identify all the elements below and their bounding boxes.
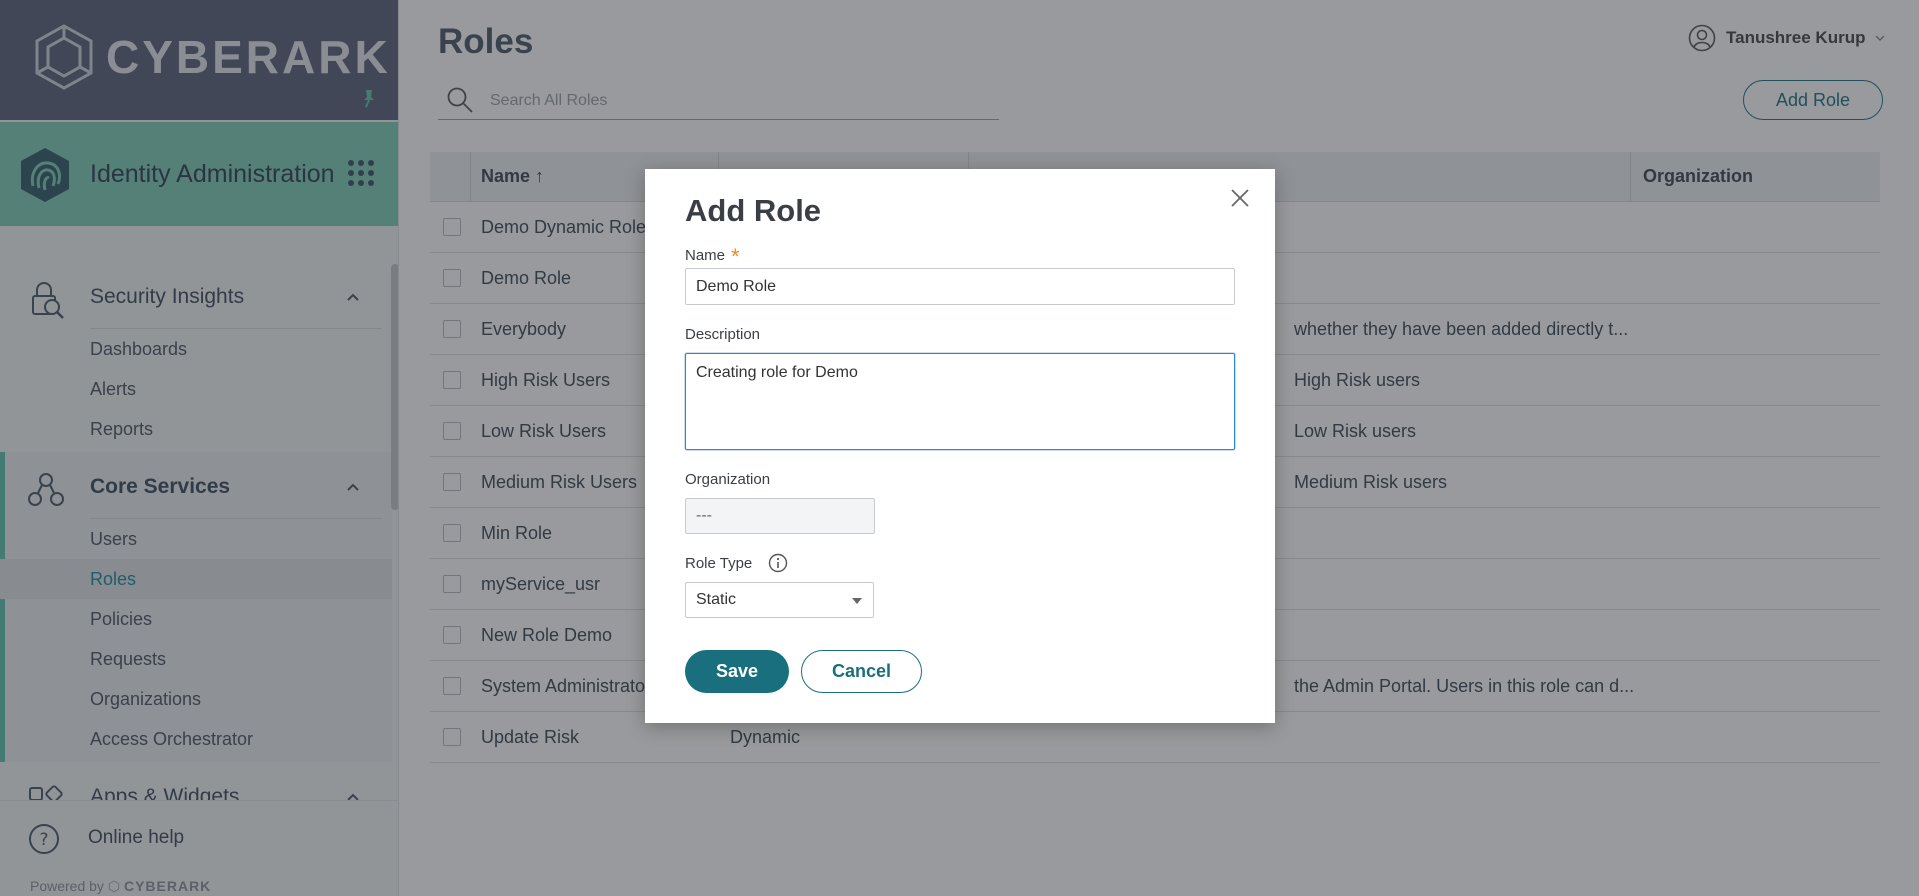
close-icon[interactable] xyxy=(1229,187,1251,209)
description-field-label: Description xyxy=(685,326,761,343)
info-icon[interactable] xyxy=(768,553,788,573)
role-name-field[interactable] xyxy=(685,268,1235,305)
role-description-field[interactable]: Creating role for Demo xyxy=(685,353,1235,450)
add-role-dialog: Add Role Name * Description Creating role… xyxy=(645,169,1275,723)
save-button[interactable]: Save xyxy=(685,650,789,693)
name-label-text: Name xyxy=(685,247,726,264)
name-field-label: Name * xyxy=(685,240,740,269)
role-type-selected-value: Static xyxy=(696,591,737,608)
organization-field[interactable] xyxy=(685,498,875,534)
dialog-title: Add Role xyxy=(685,193,822,228)
required-indicator: * xyxy=(731,244,740,269)
dropdown-arrow-icon xyxy=(852,598,862,604)
role-type-field-label: Role Type xyxy=(685,555,753,572)
organization-field-label: Organization xyxy=(685,471,771,488)
role-type-select[interactable]: Static xyxy=(685,582,874,618)
cancel-button[interactable]: Cancel xyxy=(801,650,922,693)
